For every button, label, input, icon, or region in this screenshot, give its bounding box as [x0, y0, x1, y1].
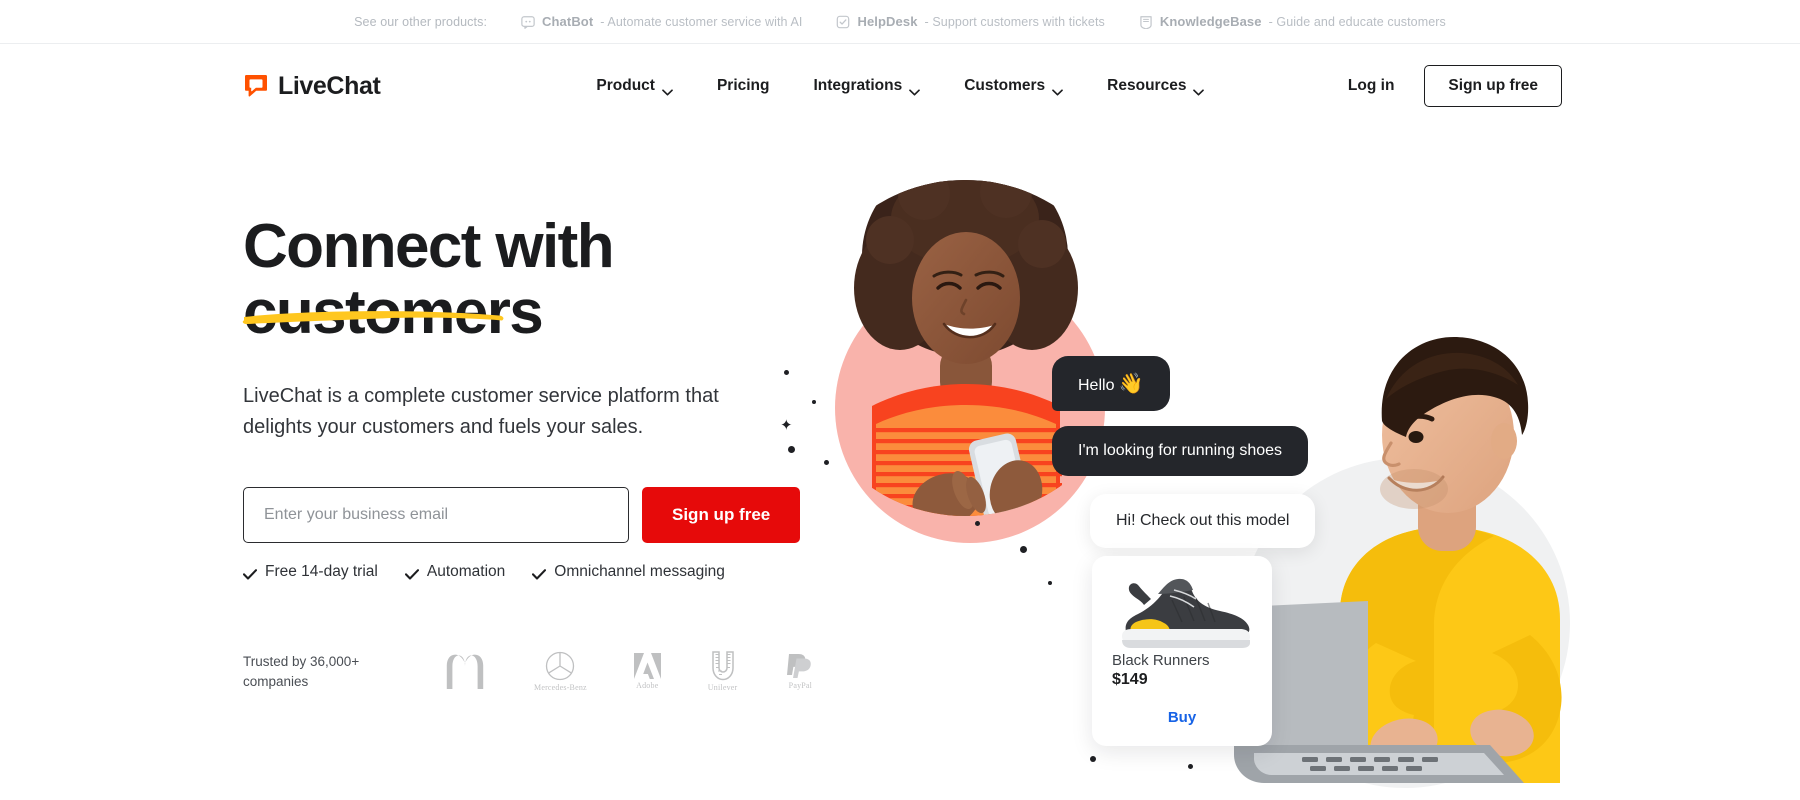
- chevron-down-icon: [909, 83, 921, 96]
- other-products-bar: See our other products: ChatBot - Automa…: [0, 0, 1800, 44]
- product-name-helpdesk: HelpDesk: [857, 14, 918, 29]
- nav-item-customers-label: Customers: [964, 77, 1046, 94]
- decorative-star-icon: ✦: [780, 417, 793, 434]
- hero-section: Connect with customers LiveChat is a com…: [0, 128, 1800, 800]
- product-link-helpdesk[interactable]: HelpDesk - Support customers with ticket…: [836, 14, 1105, 29]
- headline-line-1-wrapper: Connect with: [242, 212, 615, 324]
- nav-item-customers[interactable]: Customers: [942, 69, 1085, 103]
- signup-form: Sign up free: [243, 487, 843, 544]
- nav-item-pricing[interactable]: Pricing: [695, 69, 792, 103]
- chat-message-text: Hello: [1078, 377, 1115, 394]
- decorative-dot: [788, 446, 795, 453]
- brand-label: Unilever: [707, 683, 738, 693]
- hero-subheading: LiveChat is a complete customer service …: [243, 385, 719, 439]
- product-price: $149: [1112, 671, 1148, 688]
- adobe-logo: Adobe: [633, 653, 661, 691]
- livechat-homepage: See our other products: ChatBot - Automa…: [0, 0, 1800, 800]
- chevron-down-icon: [1052, 83, 1064, 96]
- logo-text: LiveChat: [278, 71, 381, 100]
- product-name-chatbot: ChatBot: [542, 14, 594, 29]
- nav-item-integrations[interactable]: Integrations: [792, 69, 943, 103]
- buy-button[interactable]: Buy: [1112, 709, 1252, 726]
- feature-item: Automation: [404, 563, 506, 581]
- product-link-chatbot[interactable]: ChatBot - Automate customer service with…: [521, 14, 802, 29]
- mcdonalds-logo: [443, 654, 487, 690]
- feature-label: Omnichannel messaging: [554, 563, 725, 581]
- helpdesk-icon: [836, 15, 850, 29]
- chatbot-icon: [521, 15, 535, 29]
- log-in-link[interactable]: Log in: [1348, 77, 1395, 95]
- check-icon: [532, 567, 547, 580]
- livechat-logo[interactable]: LiveChat: [243, 71, 381, 101]
- hero-copy: Connect with customers LiveChat is a com…: [242, 212, 843, 692]
- nav-menu: Product Pricing Integrations Customers R…: [574, 69, 1226, 103]
- feature-label: Free 14-day trial: [265, 563, 378, 581]
- product-link-knowledgebase[interactable]: KnowledgeBase - Guide and educate custom…: [1139, 14, 1446, 30]
- sign-up-free-button-nav[interactable]: Sign up free: [1424, 65, 1562, 107]
- nav-item-integrations-label: Integrations: [813, 77, 903, 94]
- other-products-label: See our other products:: [354, 14, 488, 29]
- chat-bubble-hello: Hello 👋: [1052, 356, 1170, 411]
- product-card: Black Runners $149 Buy: [1092, 556, 1272, 746]
- product-name: Black Runners: [1112, 652, 1210, 669]
- sign-up-free-button-hero[interactable]: Sign up free: [642, 487, 801, 544]
- trusted-by-section: Trusted by 36,000+ companies Mercedes-Be…: [243, 651, 843, 692]
- page-title: Connect with customers: [242, 212, 843, 345]
- chevron-down-icon: [662, 83, 673, 96]
- main-navigation: LiveChat Product Pricing Integrations Cu…: [0, 44, 1800, 128]
- woman-with-phone-photo: [820, 148, 1110, 538]
- feature-label: Automation: [426, 563, 506, 581]
- yellow-underline-stroke: [241, 274, 509, 324]
- chat-bubble-running-shoes: I'm looking for running shoes: [1052, 426, 1309, 476]
- check-icon: [404, 567, 419, 580]
- product-desc-chatbot: - Automate customer service with AI: [600, 14, 803, 29]
- nav-item-resources-label: Resources: [1107, 77, 1187, 94]
- knowledgebase-icon: [1139, 15, 1153, 30]
- feature-item: Free 14-day trial: [242, 563, 378, 581]
- chevron-down-icon: [1193, 83, 1205, 96]
- product-name-knowledgebase: KnowledgeBase: [1159, 14, 1262, 29]
- trusted-by-label: Trusted by 36,000+ companies: [243, 653, 360, 689]
- nav-item-pricing-label: Pricing: [716, 77, 770, 94]
- product-desc-knowledgebase: - Guide and educate customers: [1268, 14, 1446, 29]
- waving-hand-icon: 👋: [1118, 373, 1144, 395]
- feature-item: Omnichannel messaging: [532, 563, 725, 581]
- product-desc-helpdesk: - Support customers with tickets: [924, 14, 1105, 29]
- hero-illustration: ✦ Hello 👋 I'm looking for running shoes …: [780, 128, 1800, 800]
- nav-item-resources[interactable]: Resources: [1085, 69, 1226, 103]
- decorative-dot: [1090, 756, 1096, 762]
- brand-label: Adobe: [636, 681, 659, 691]
- business-email-input[interactable]: [243, 487, 629, 544]
- decorative-dot: [784, 370, 789, 375]
- decorative-dot: [812, 400, 816, 404]
- brand-logos: Mercedes-Benz Adobe Unilever PayPal: [443, 651, 816, 692]
- nav-item-product-label: Product: [596, 77, 655, 94]
- black-running-shoe-image: [1112, 570, 1252, 648]
- decorative-dot: [1020, 546, 1027, 553]
- chat-bubble-check-model: Hi! Check out this model: [1090, 494, 1316, 548]
- headline-line-1: Connect with: [243, 212, 615, 281]
- nav-actions: Log in Sign up free: [1348, 65, 1562, 107]
- nav-item-product[interactable]: Product: [574, 69, 695, 103]
- feature-list: Free 14-day trial Automation Omnichannel…: [242, 563, 843, 581]
- decorative-dot: [1048, 581, 1052, 585]
- brand-label: Mercedes-Benz: [534, 683, 587, 693]
- mercedes-benz-logo: Mercedes-Benz: [534, 651, 587, 692]
- livechat-bubble-icon: [243, 73, 269, 99]
- unilever-logo: Unilever: [708, 651, 738, 692]
- check-icon: [242, 567, 258, 580]
